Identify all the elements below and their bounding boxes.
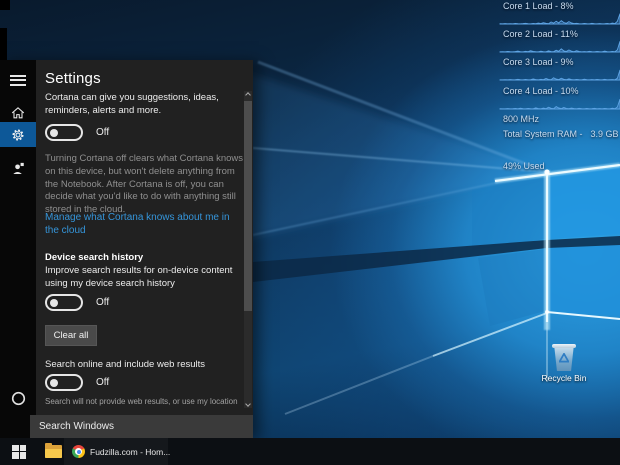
flyout-sidebar [0,60,36,438]
gear-icon [10,127,26,143]
ram-used-label: 49% Used [497,161,620,171]
total-ram-row: Total System RAM - 3.9 GB [497,129,620,139]
cortana-intro-text: Cortana can give you suggestions, ideas,… [45,92,237,117]
panel-title: Settings [45,70,101,87]
panel-scrollbar[interactable] [244,91,252,408]
clear-all-button[interactable]: Clear all [45,325,97,346]
folder-icon [45,445,62,458]
web-results-label: Search online and include web results [45,359,245,370]
scrollbar-up-icon[interactable] [245,92,251,98]
sidebar-item-feedback[interactable] [0,156,36,180]
recycle-symbol-icon [559,353,569,363]
cpu-frequency-label: 800 MHz [497,114,620,124]
chrome-taskbar-button[interactable]: Fudzilla.com - Hom... [64,438,168,465]
core4-load-label: Core 4 Load - 10% [497,86,620,96]
core1-load-graph [500,13,620,25]
screen-artifact-corner [0,0,10,10]
desktop-screen: Core 1 Load - 8% Core 2 Load - 11% Core … [0,0,620,465]
device-history-toggle-row: Off [45,294,109,311]
cortana-off-note: Turning Cortana off clears what Cortana … [45,153,247,217]
core3-load-label: Core 3 Load - 9% [497,57,620,67]
windows-logo-icon [12,445,26,459]
scrollbar-thumb[interactable] [244,101,252,311]
menu-button[interactable] [0,68,36,92]
core2-load-label: Core 2 Load - 11% [497,29,620,39]
sidebar-item-home[interactable] [0,100,36,124]
device-history-heading: Device search history [45,252,143,263]
scrollbar-down-icon[interactable] [245,401,251,407]
chrome-tab-title: Fudzilla.com - Hom... [90,447,170,457]
screen-artifact-strip [0,28,7,62]
sidebar-item-settings[interactable] [0,122,36,147]
core2-load-graph [500,41,620,53]
sidebar-item-cortana[interactable] [0,386,36,410]
chrome-icon [72,445,85,458]
cortana-toggle-state: Off [96,127,109,138]
web-results-note: Search will not provide web results, or … [45,397,250,406]
web-results-toggle[interactable] [45,374,83,391]
total-ram-label: Total System RAM - [503,129,583,139]
core4-load-graph [500,98,620,110]
web-results-toggle-state: Off [96,377,109,388]
device-history-description: Improve search results for on-device con… [45,265,245,290]
core3-load-graph [500,69,620,81]
total-ram-value: 3.9 GB [591,129,619,139]
recycle-bin[interactable]: Recycle Bin [540,344,588,383]
cortana-circle-icon [11,391,26,406]
settings-panel: Settings Cortana can give you suggestion… [36,60,253,415]
start-button[interactable] [0,438,38,465]
home-icon [10,105,26,120]
cortana-toggle[interactable] [45,124,83,141]
search-input[interactable] [30,415,253,438]
cortana-toggle-row: Off [45,124,109,141]
device-history-toggle[interactable] [45,294,83,311]
feedback-person-icon [11,161,26,176]
web-results-toggle-row: Off [45,374,109,391]
manage-cortana-link[interactable]: Manage what Cortana knows about me in th… [45,211,245,237]
recycle-bin-label: Recycle Bin [540,373,588,383]
recycle-bin-icon [553,344,575,371]
taskbar: Fudzilla.com - Hom... [0,438,620,465]
core1-load-label: Core 1 Load - 8% [497,1,620,11]
device-history-toggle-state: Off [96,297,109,308]
hamburger-icon [10,72,26,88]
